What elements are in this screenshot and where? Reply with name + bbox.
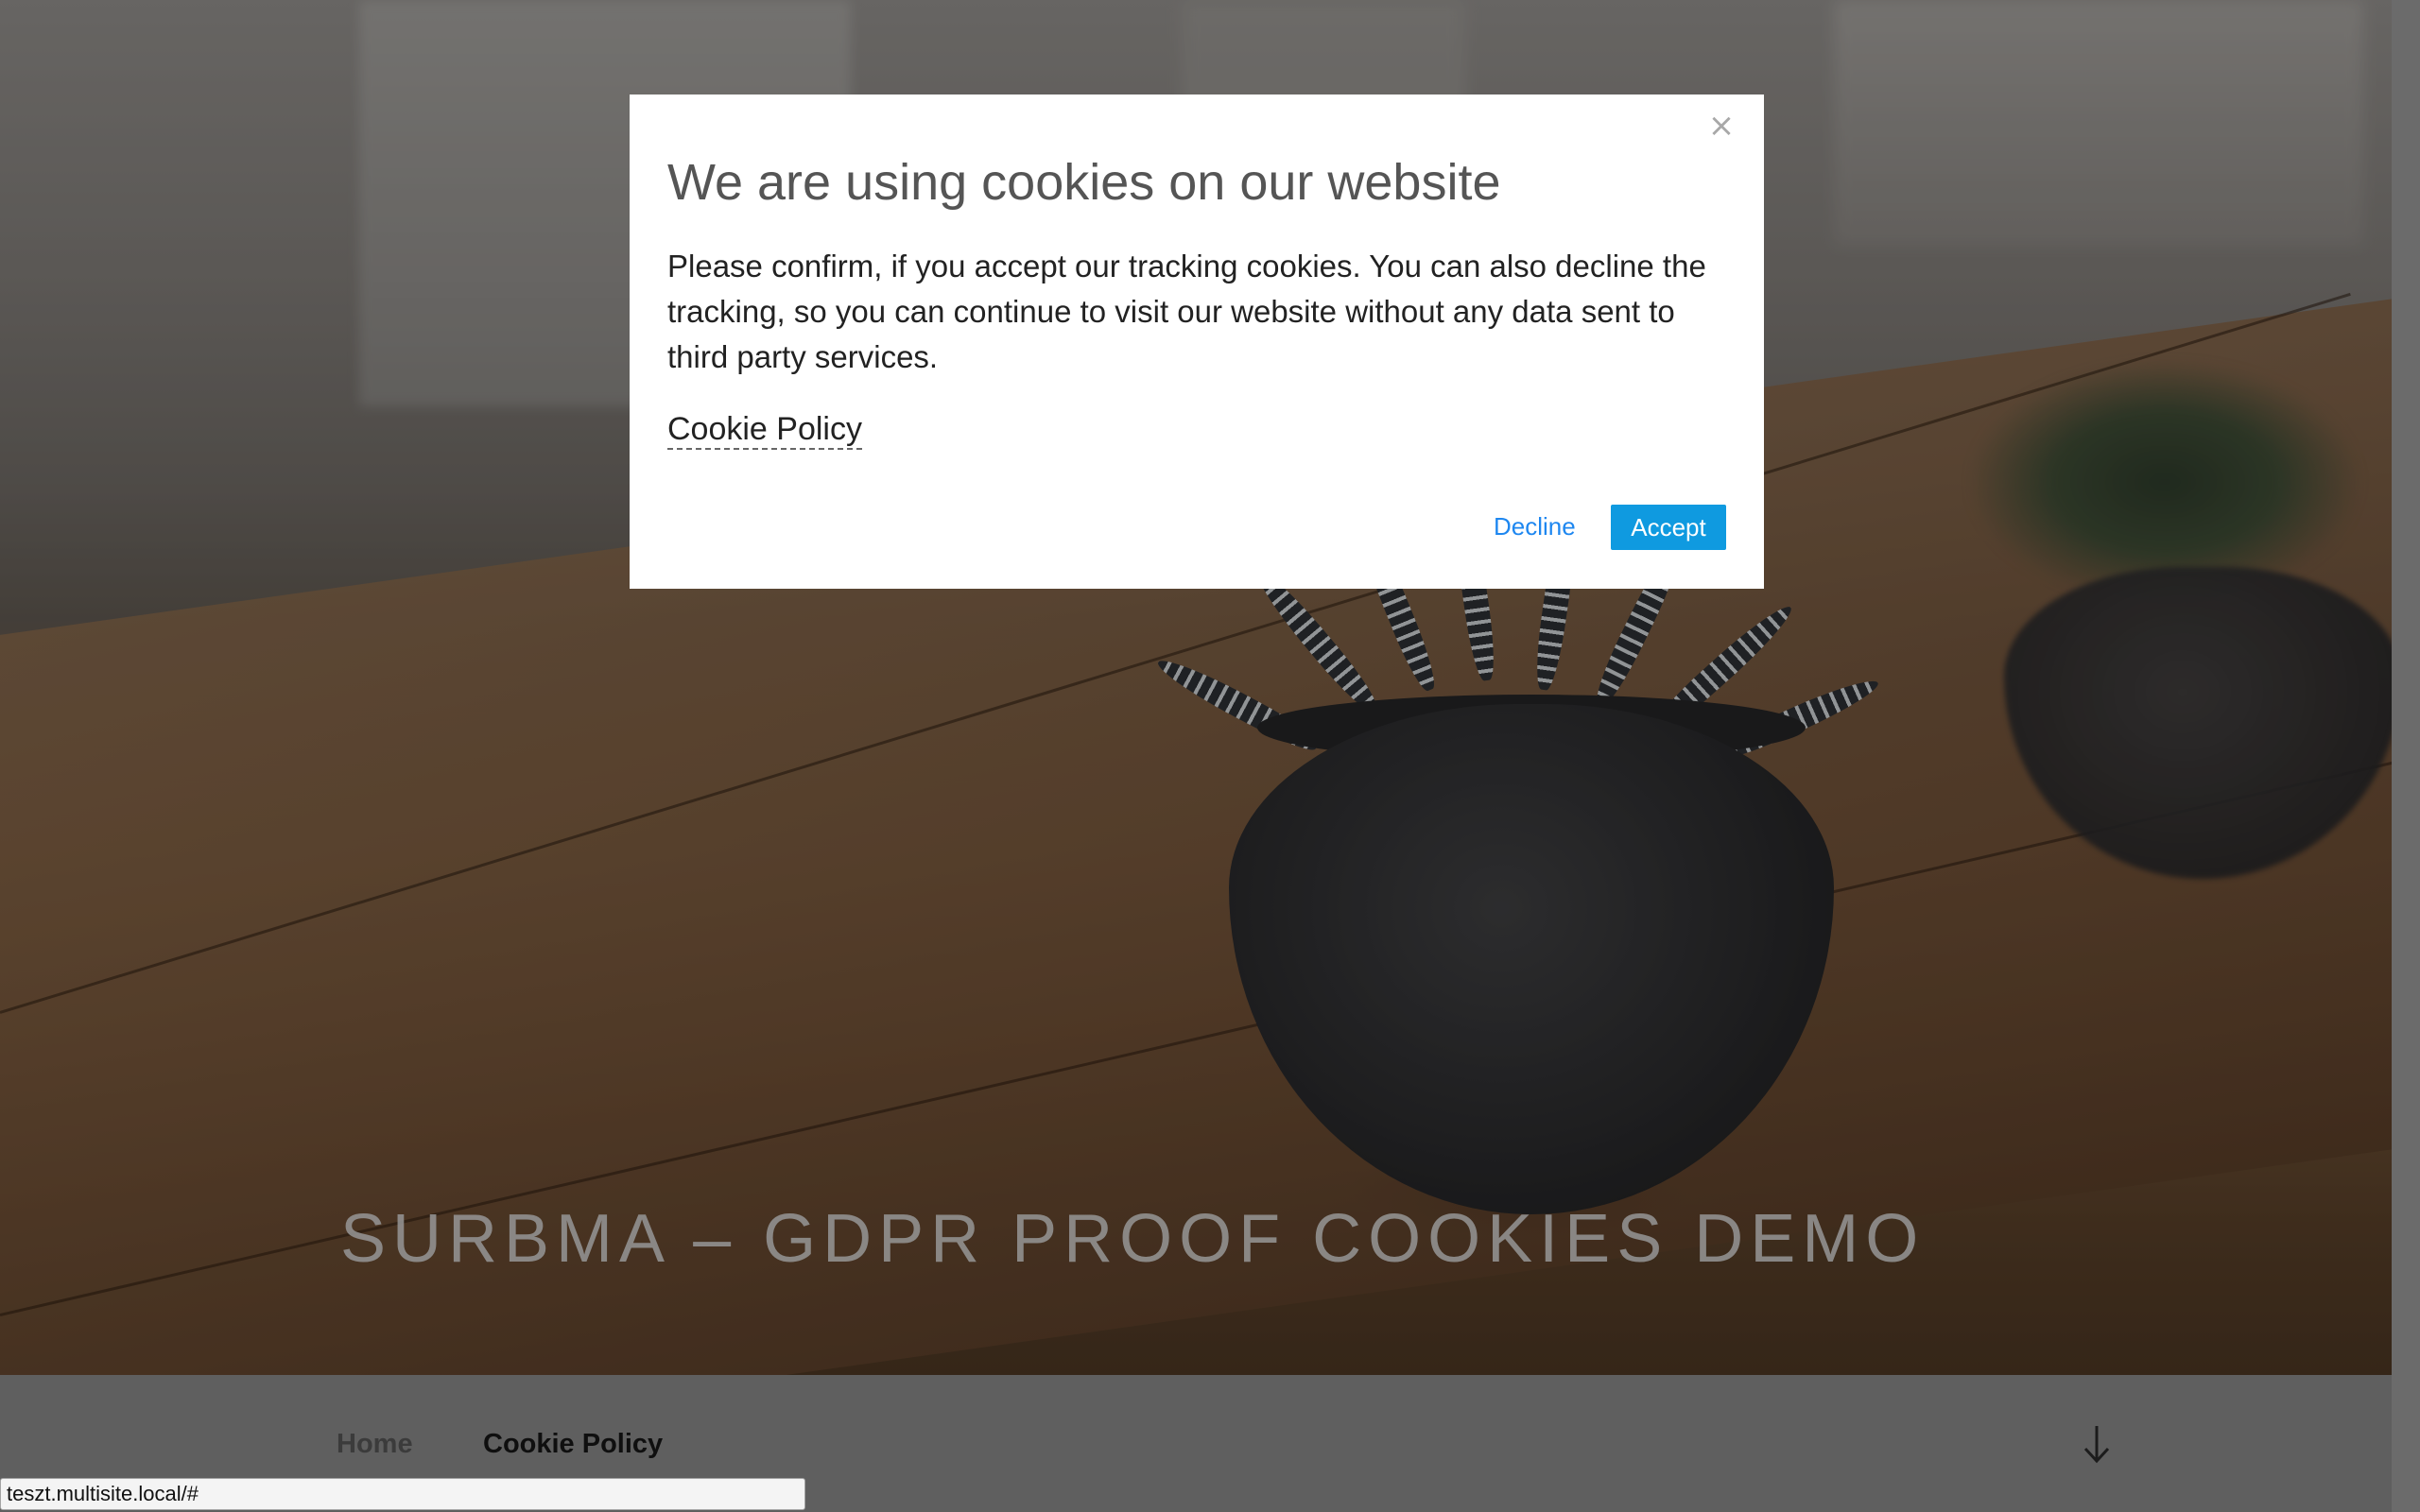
cookie-consent-modal: × We are using cookies on our website Pl… xyxy=(630,94,1764,589)
site-title: SURBMA – GDPR PROOF COOKIES DEMO xyxy=(340,1201,1926,1277)
nav-item-home[interactable]: Home xyxy=(337,1429,413,1460)
page: SURBMA – GDPR PROOF COOKIES DEMO Home Co… xyxy=(0,0,2420,1512)
scrollbar[interactable] xyxy=(2392,0,2420,1512)
arrow-down-icon[interactable] xyxy=(2078,1422,2116,1466)
link-preview-status-bar: teszt.multisite.local/# xyxy=(0,1478,805,1510)
decline-button[interactable]: Decline xyxy=(1480,503,1589,550)
cookie-policy-link[interactable]: Cookie Policy xyxy=(667,410,862,450)
modal-description: Please confirm, if you accept our tracki… xyxy=(667,249,1706,374)
close-icon[interactable]: × xyxy=(1707,110,1736,142)
modal-title: We are using cookies on our website xyxy=(667,154,1501,211)
nav-item-cookie-policy[interactable]: Cookie Policy xyxy=(483,1429,663,1460)
accept-button[interactable]: Accept xyxy=(1611,505,1726,550)
